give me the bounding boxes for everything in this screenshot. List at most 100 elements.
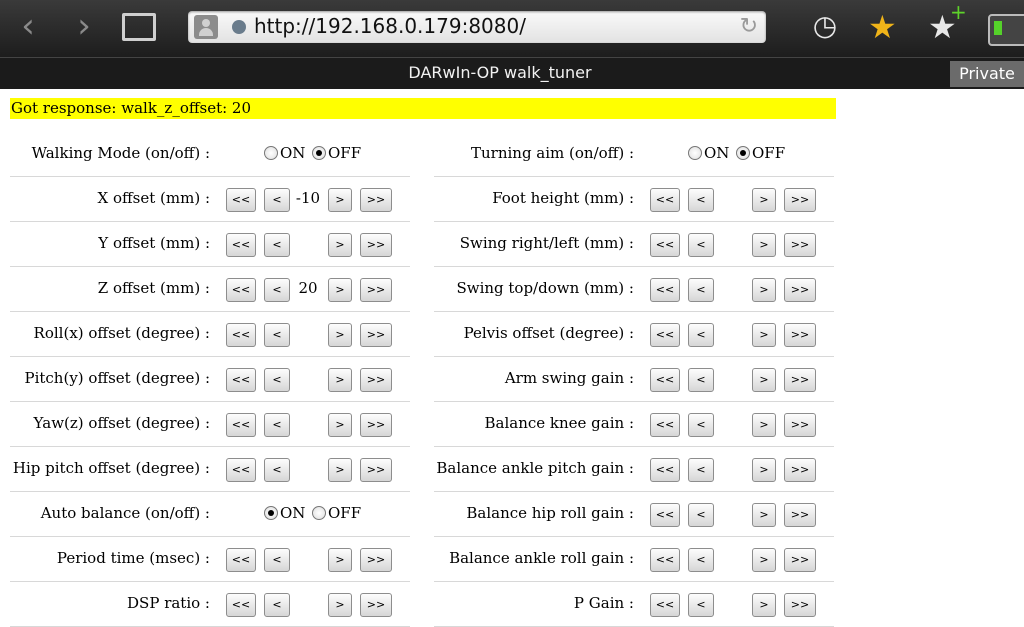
increase-large-button[interactable]: >> (784, 323, 816, 347)
off-radio-label[interactable]: OFF (752, 144, 785, 162)
off-radio[interactable] (736, 146, 750, 160)
increase-large-button[interactable]: >> (360, 593, 392, 617)
increase-button[interactable]: > (328, 413, 352, 437)
decrease-large-button[interactable]: << (226, 278, 256, 302)
decrease-large-button[interactable]: << (650, 233, 680, 257)
increase-button[interactable]: > (328, 548, 352, 572)
increase-large-button[interactable]: >> (784, 503, 816, 527)
increase-button[interactable]: > (752, 278, 776, 302)
address-bar[interactable]: http://192.168.0.179:8080/ ↻ (188, 11, 766, 43)
decrease-large-button[interactable]: << (226, 368, 256, 392)
decrease-large-button[interactable]: << (650, 413, 680, 437)
decrease-large-button[interactable]: << (650, 458, 680, 482)
back-arrow-icon[interactable]: ‹ (12, 9, 44, 44)
setting-label: Turning aim (on/off) : (470, 144, 634, 162)
increase-large-button[interactable]: >> (360, 233, 392, 257)
decrease-button[interactable]: < (688, 503, 714, 527)
decrease-button[interactable]: < (264, 413, 290, 437)
increase-large-button[interactable]: >> (784, 413, 816, 437)
on-radio[interactable] (264, 146, 278, 160)
increase-large-button[interactable]: >> (360, 413, 392, 437)
increase-large-button[interactable]: >> (784, 548, 816, 572)
increase-large-button[interactable]: >> (784, 593, 816, 617)
increase-button[interactable]: > (752, 503, 776, 527)
forward-arrow-icon[interactable]: › (68, 9, 100, 44)
tabs-icon[interactable] (122, 13, 156, 41)
increase-button[interactable]: > (752, 413, 776, 437)
decrease-large-button[interactable]: << (650, 368, 680, 392)
increase-button[interactable]: > (752, 233, 776, 257)
on-radio-label[interactable]: ON (280, 144, 305, 162)
decrease-button[interactable]: < (264, 458, 290, 482)
increase-button[interactable]: > (752, 548, 776, 572)
off-radio[interactable] (312, 146, 326, 160)
increase-button[interactable]: > (328, 368, 352, 392)
on-radio-label[interactable]: ON (704, 144, 729, 162)
decrease-large-button[interactable]: << (226, 413, 256, 437)
decrease-large-button[interactable]: << (226, 233, 256, 257)
bookmarks-star-icon[interactable]: ★ (868, 8, 897, 46)
increase-button[interactable]: > (328, 188, 352, 212)
off-radio-label[interactable]: OFF (328, 504, 361, 522)
increase-button[interactable]: > (752, 368, 776, 392)
decrease-button[interactable]: < (264, 188, 290, 212)
increase-large-button[interactable]: >> (360, 278, 392, 302)
increase-button[interactable]: > (328, 323, 352, 347)
off-radio[interactable] (312, 506, 326, 520)
increase-large-button[interactable]: >> (784, 458, 816, 482)
decrease-large-button[interactable]: << (650, 593, 680, 617)
decrease-large-button[interactable]: << (226, 323, 256, 347)
on-radio-label[interactable]: ON (280, 504, 305, 522)
increase-large-button[interactable]: >> (784, 278, 816, 302)
decrease-button[interactable]: < (688, 458, 714, 482)
decrease-button[interactable]: < (688, 188, 714, 212)
decrease-button[interactable]: < (264, 548, 290, 572)
off-radio-label[interactable]: OFF (328, 144, 361, 162)
decrease-button[interactable]: < (688, 548, 714, 572)
reload-icon[interactable]: ↻ (740, 14, 758, 39)
decrease-large-button[interactable]: << (650, 503, 680, 527)
increase-large-button[interactable]: >> (784, 368, 816, 392)
decrease-large-button[interactable]: << (650, 323, 680, 347)
identity-icon[interactable] (194, 15, 218, 39)
decrease-button[interactable]: < (688, 323, 714, 347)
on-radio[interactable] (688, 146, 702, 160)
decrease-large-button[interactable]: << (226, 458, 256, 482)
decrease-large-button[interactable]: << (650, 188, 680, 212)
decrease-button[interactable]: < (264, 368, 290, 392)
increase-button[interactable]: > (752, 593, 776, 617)
decrease-button[interactable]: < (264, 278, 290, 302)
increase-button[interactable]: > (752, 323, 776, 347)
decrease-large-button[interactable]: << (226, 593, 256, 617)
increase-large-button[interactable]: >> (360, 188, 392, 212)
increase-button[interactable]: > (328, 458, 352, 482)
url-text[interactable]: http://192.168.0.179:8080/ (254, 14, 526, 38)
decrease-button[interactable]: < (688, 278, 714, 302)
increase-button[interactable]: > (752, 188, 776, 212)
decrease-button[interactable]: < (688, 593, 714, 617)
decrease-large-button[interactable]: << (226, 548, 256, 572)
decrease-button[interactable]: < (264, 233, 290, 257)
history-icon[interactable]: ◷ (810, 11, 840, 41)
increase-large-button[interactable]: >> (360, 368, 392, 392)
increase-button[interactable]: > (328, 593, 352, 617)
on-radio[interactable] (264, 506, 278, 520)
decrease-large-button[interactable]: << (226, 188, 256, 212)
decrease-button[interactable]: < (688, 368, 714, 392)
add-bookmark-icon[interactable]: ★ + (928, 0, 967, 46)
decrease-button[interactable]: < (264, 593, 290, 617)
decrease-button[interactable]: < (688, 233, 714, 257)
increase-large-button[interactable]: >> (360, 323, 392, 347)
increase-large-button[interactable]: >> (784, 188, 816, 212)
increase-large-button[interactable]: >> (360, 458, 392, 482)
increase-button[interactable]: > (328, 233, 352, 257)
decrease-large-button[interactable]: << (650, 548, 680, 572)
increase-large-button[interactable]: >> (784, 233, 816, 257)
decrease-button[interactable]: < (264, 323, 290, 347)
decrease-large-button[interactable]: << (650, 278, 680, 302)
increase-large-button[interactable]: >> (360, 548, 392, 572)
private-mode-badge[interactable]: Private (950, 61, 1024, 87)
increase-button[interactable]: > (752, 458, 776, 482)
increase-button[interactable]: > (328, 278, 352, 302)
decrease-button[interactable]: < (688, 413, 714, 437)
